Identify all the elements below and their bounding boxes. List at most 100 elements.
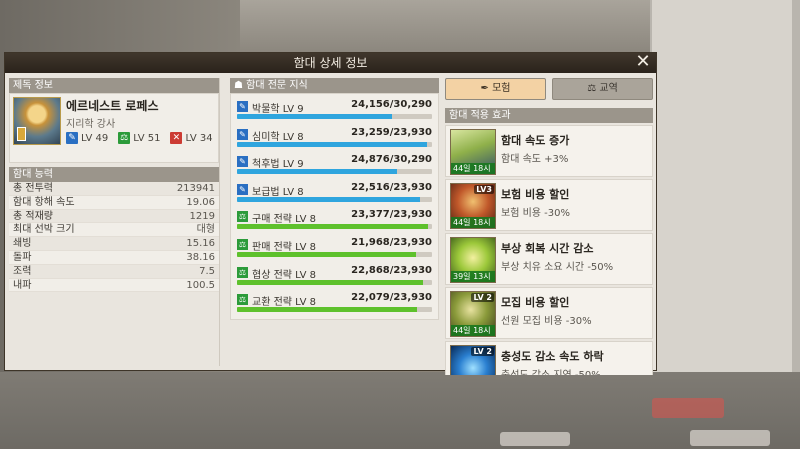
adventure-icon: ✎ <box>237 156 248 168</box>
effect-timer: 44일 18시간 <box>451 217 495 228</box>
left-column: 제독 정보 에르네스트 로페스 지리학 강사 ✎ LV 49 ⚖ LV 51 ✕… <box>9 78 220 366</box>
stat-row: 총 적재량 1219 <box>9 209 219 224</box>
stat-list: 총 전투력 213941 함대 항해 속도 19.06 총 적재량 1219 최대 선박 크… <box>9 182 219 293</box>
skill-progress-bar <box>237 307 432 313</box>
skill-progress-bar <box>237 141 432 147</box>
effect-item[interactable]: 39일 13시간 부상 회복 시간 감소부상 치유 소요 시간 -50% <box>445 233 653 285</box>
trade-icon: ⚖ <box>237 238 248 250</box>
tab-adventure[interactable]: ✒ 모험 <box>445 78 546 100</box>
ship-icon: 44일 18시간 <box>450 129 496 175</box>
section-header-effects: 함대 적용 효과 <box>445 108 653 123</box>
background-button <box>652 398 724 418</box>
captain-title: 지리학 강사 <box>66 119 116 130</box>
effect-item[interactable]: 44일 18시간 함대 속도 증가함대 속도 +3% <box>445 125 653 177</box>
section-header-skills: ☗ 함대 전문 지식 <box>230 78 439 93</box>
skill-row: ⚖ 협상 전략 LV 8 22,868/23,930 <box>235 262 434 290</box>
skill-list: ✎ 박물학 LV 9 24,156/30,290 ✎ 심미학 LV 8 23,259/23… <box>230 93 439 320</box>
effect-item[interactable]: LV 2 44일 18시간 모집 비용 할인선원 모집 비용 -30% <box>445 287 653 339</box>
stat-row: 쇄빙 15.16 <box>9 237 219 251</box>
effect-desc: 보험 비용 -30% <box>501 208 570 219</box>
skill-name: 협상 전략 LV 8 <box>252 269 317 281</box>
scales-icon: ⚖ <box>587 83 597 94</box>
skill-name: 판매 전략 LV 8 <box>252 241 317 253</box>
skills-title: 함대 전문 지식 <box>246 80 308 91</box>
captain-portrait <box>13 97 61 145</box>
skill-progress-fill <box>237 169 398 175</box>
adventure-icon: ✎ <box>237 183 248 195</box>
close-button[interactable]: ✕ <box>634 51 652 72</box>
stat-label: 총 적재량 <box>13 210 53 222</box>
background-button <box>500 432 570 446</box>
effect-timer: 44일 18시간 <box>451 325 495 336</box>
close-icon: ✕ <box>635 51 651 72</box>
skill-progress-fill <box>237 251 416 257</box>
effect-title: 모집 비용 할인 <box>501 296 570 309</box>
stat-label: 조력 <box>13 265 32 277</box>
stat-value: 대형 <box>196 224 215 236</box>
effect-desc: 선원 모집 비용 -30% <box>501 316 592 327</box>
skill-row: ✎ 보급법 LV 8 22,516/23,930 <box>235 179 434 207</box>
effect-desc: 함대 속도 +3% <box>501 154 569 165</box>
fleet-skill-icon: ☗ <box>234 80 243 91</box>
skill-progress-bar <box>237 251 432 257</box>
stat-value: 19.06 <box>186 196 215 208</box>
stat-value: 38.16 <box>186 251 215 263</box>
effect-tabs: ✒ 모험 ⚖ 교역 <box>445 78 653 100</box>
background-button <box>690 430 770 446</box>
skill-value: 22,079/23,930 <box>351 292 432 304</box>
stat-label: 최대 선박 크기 <box>13 224 75 236</box>
skill-progress-bar <box>237 114 432 119</box>
tab-label: 모험 <box>492 83 511 94</box>
right-column: ✒ 모험 ⚖ 교역 함대 적용 효과 44일 18시간 함대 속도 증가함대 속도… <box>445 78 653 375</box>
effect-title: 보험 비용 할인 <box>501 188 570 201</box>
skill-progress-fill <box>237 141 427 147</box>
stat-value: 15.16 <box>186 238 215 250</box>
window-content: 제독 정보 에르네스트 로페스 지리학 강사 ✎ LV 49 ⚖ LV 51 ✕… <box>5 73 656 375</box>
trade-icon: ⚖ <box>237 294 248 306</box>
skill-name: 박물학 LV 9 <box>252 104 304 115</box>
level-label: LV 49 <box>81 132 109 144</box>
tab-trade[interactable]: ⚖ 교역 <box>552 78 653 100</box>
adventure-icon: ✎ <box>237 101 248 112</box>
trade-icon: ⚖ <box>237 211 248 223</box>
tab-label: 교역 <box>599 83 618 94</box>
skill-value: 21,968/23,930 <box>351 236 432 248</box>
skill-value: 22,516/23,930 <box>351 181 432 193</box>
captain-name: 에르네스트 로페스 <box>66 99 159 113</box>
skill-progress-bar <box>237 196 432 202</box>
skill-progress-fill <box>237 279 424 285</box>
trade-icon: ⚖ <box>237 266 248 278</box>
effect-desc: 충성도 감소 지연 -50% <box>501 366 601 375</box>
skill-row: ⚖ 구매 전략 LV 8 23,377/23,930 <box>235 206 434 234</box>
effect-list[interactable]: 44일 18시간함대 속도 증가함대 속도 +3%LV344일 18시간보험 비… <box>445 125 653 375</box>
skill-name: 척후법 LV 9 <box>252 159 304 171</box>
skill-row: ⚖ 교환 전략 LV 8 22,079/23,930 <box>235 289 434 317</box>
skill-row: ⚖ 판매 전략 LV 8 21,968/23,930 <box>235 234 434 262</box>
stat-row: 조력 7.5 <box>9 264 219 279</box>
stat-label: 돌파 <box>13 251 32 263</box>
stat-label: 내파 <box>13 279 32 291</box>
captain-card[interactable]: 에르네스트 로페스 지리학 강사 ✎ LV 49 ⚖ LV 51 ✕ LV 34 <box>9 93 219 163</box>
effect-item[interactable]: LV3 44일 18시간 보험 비용 할인보험 비용 -30% <box>445 179 653 231</box>
level-label: LV 34 <box>185 132 213 144</box>
adventure-icon: ✎ <box>66 132 78 144</box>
effect-level: LV 2 <box>471 293 494 302</box>
skill-progress-bar <box>237 279 432 285</box>
effect-item[interactable]: LV 2 충성도 감소 속도 하락충성도 감소 지연 -50% <box>445 341 653 375</box>
adventure-icon: ✎ <box>237 128 248 140</box>
middle-column: ☗ 함대 전문 지식 ✎ 박물학 LV 9 24,156/30,290 ✎ 심미학 LV… <box>230 78 439 366</box>
effect-level: LV 2 <box>471 347 494 356</box>
stat-row: 최대 선박 크기 대형 <box>9 223 219 238</box>
skill-value: 23,377/23,930 <box>351 209 432 221</box>
stat-label: 함대 항해 속도 <box>13 196 75 208</box>
effect-title: 부상 회복 시간 감소 <box>501 242 594 255</box>
skill-row: ✎ 심미학 LV 8 23,259/23,930 <box>235 124 434 152</box>
stat-value: 213941 <box>176 183 215 194</box>
skill-value: 24,156/30,290 <box>351 99 432 110</box>
skill-name: 구매 전략 LV 8 <box>252 214 317 226</box>
stat-label: 쇄빙 <box>13 238 32 250</box>
captain-levels: ✎ LV 49 ⚖ LV 51 ✕ LV 34 <box>66 132 213 144</box>
quill-icon: ✒ <box>480 83 489 94</box>
stat-row: 돌파 38.16 <box>9 250 219 265</box>
skill-progress-fill <box>237 224 428 230</box>
